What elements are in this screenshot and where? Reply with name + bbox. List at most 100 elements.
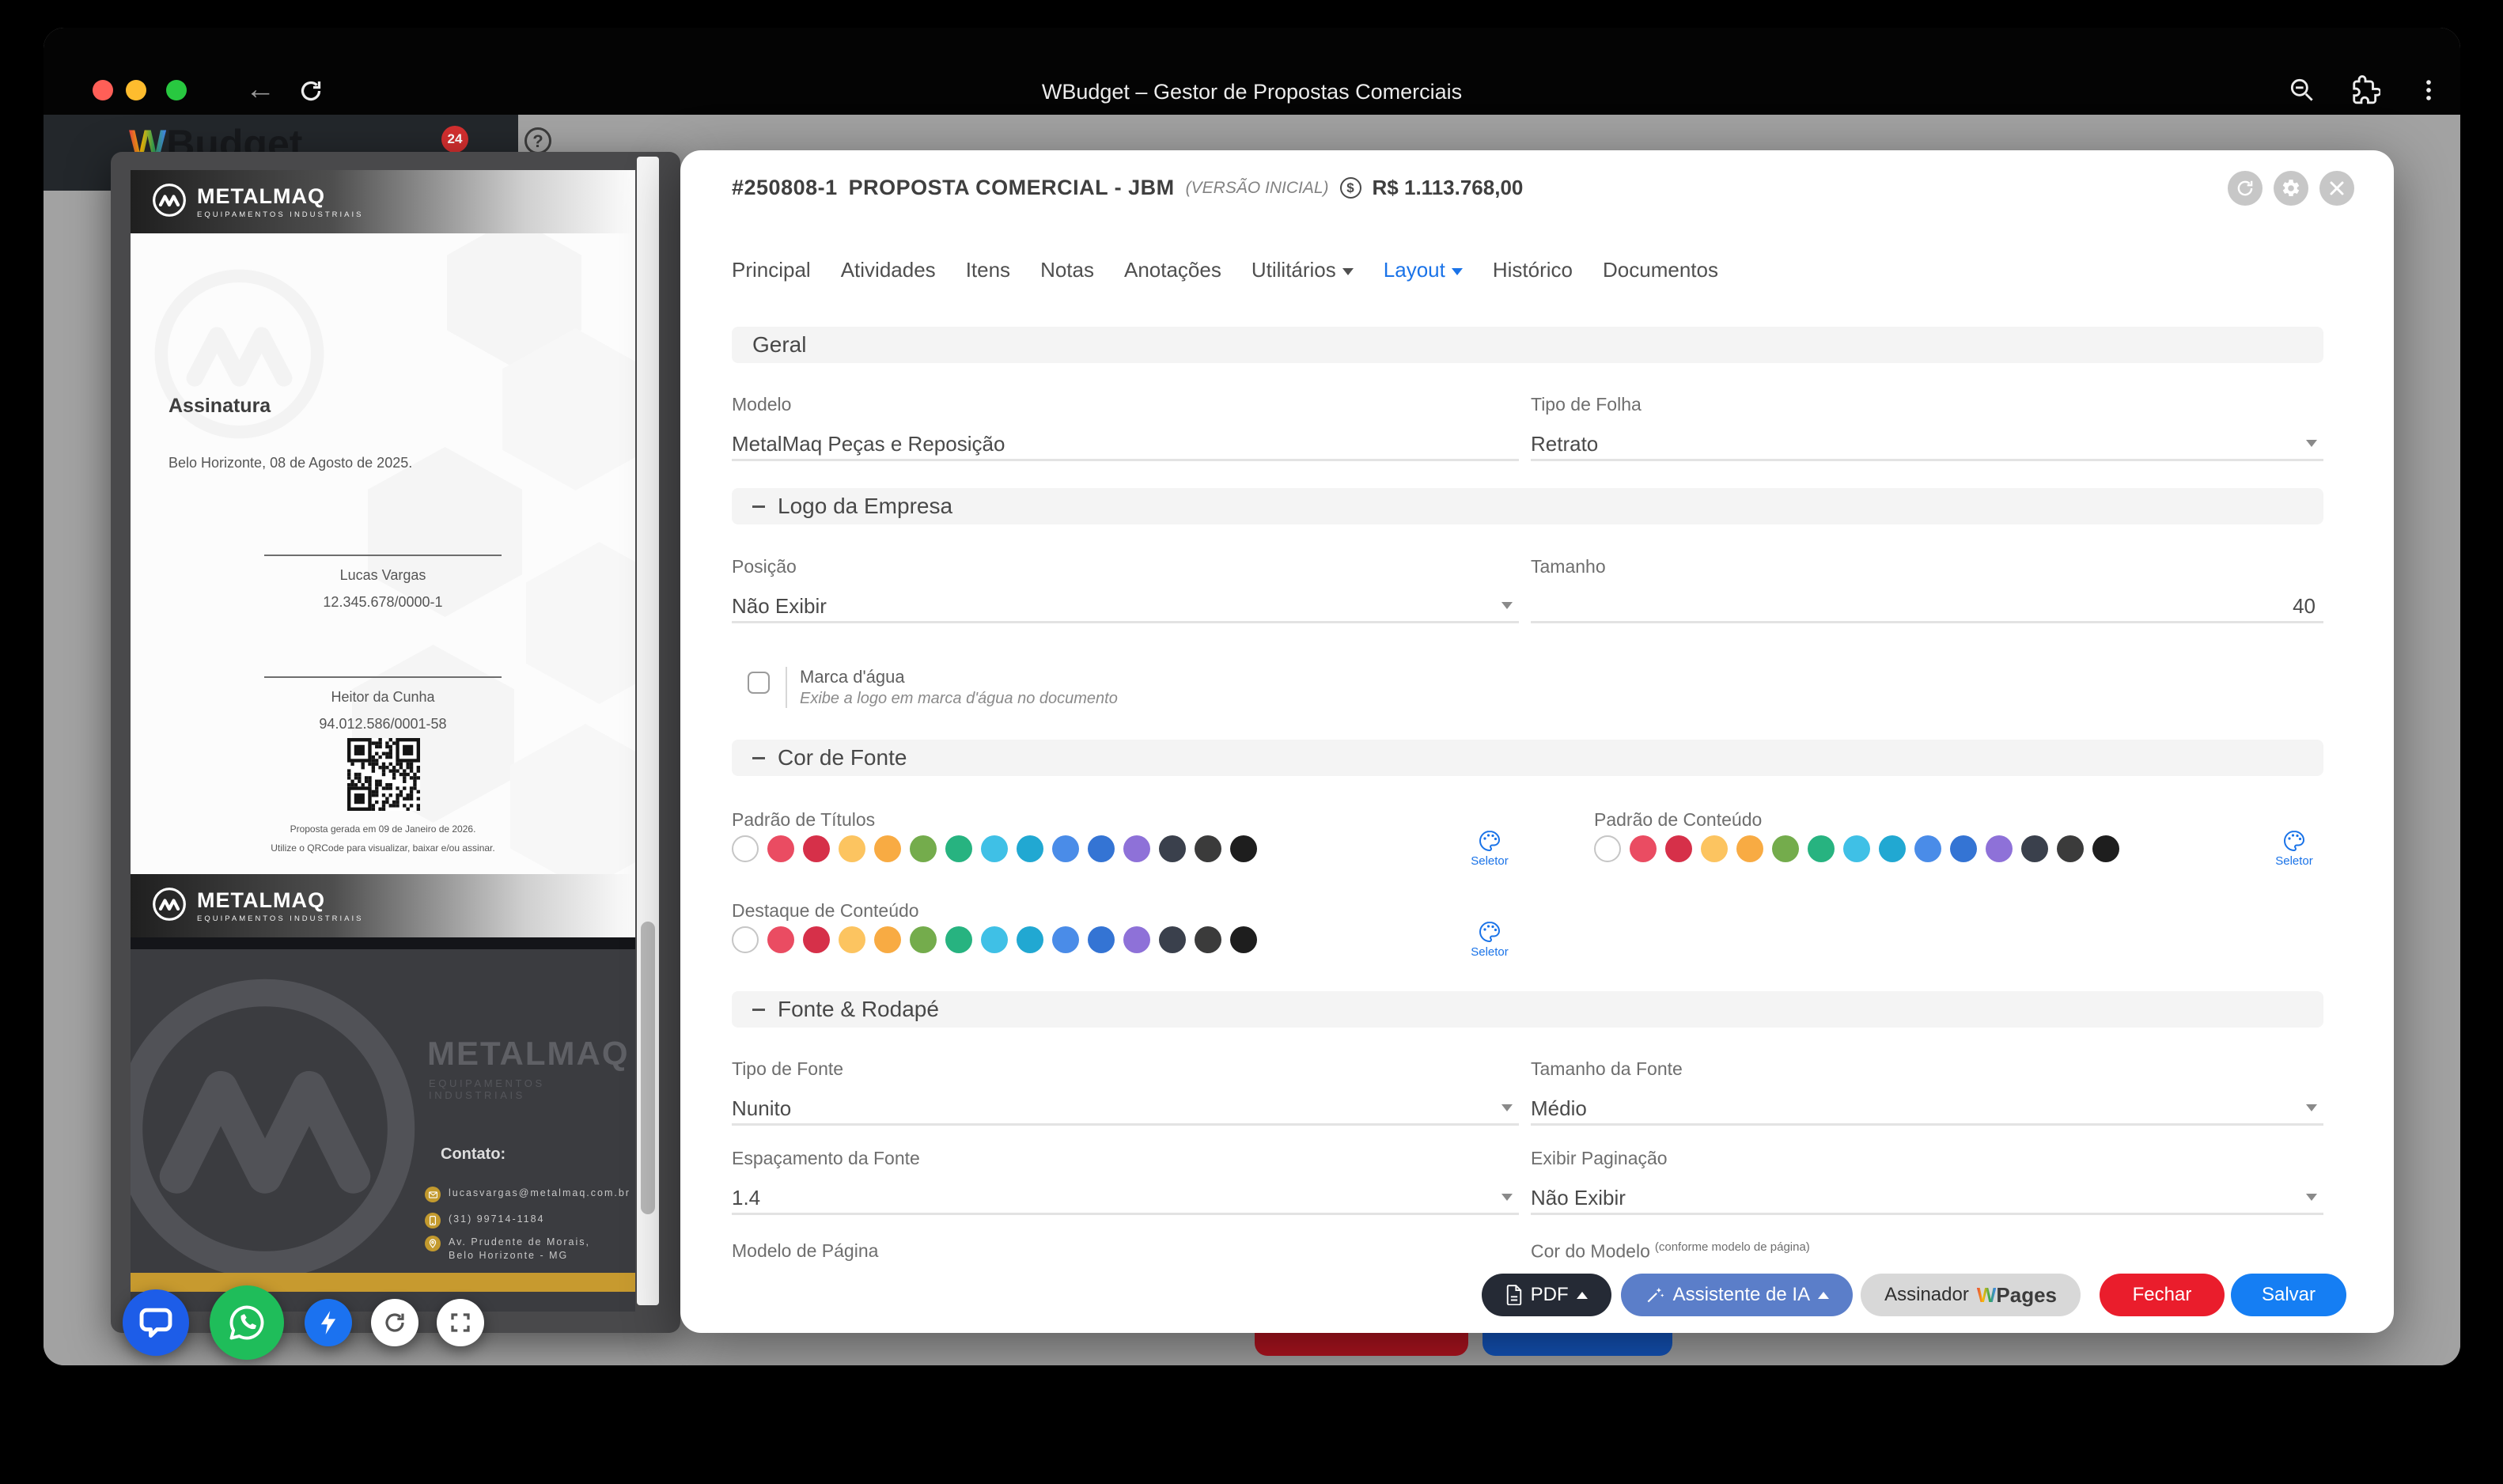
color-swatch[interactable] bbox=[1808, 835, 1835, 862]
color-swatch[interactable] bbox=[1843, 835, 1870, 862]
refresh-proposal-button[interactable] bbox=[2228, 171, 2263, 206]
color-swatch[interactable] bbox=[1088, 926, 1115, 953]
color-swatch[interactable] bbox=[981, 835, 1008, 862]
pdf-viewer[interactable]: METALMAQ EQUIPAMENTOS INDUSTRIAIS Assina… bbox=[131, 170, 635, 1312]
color-swatch[interactable] bbox=[1017, 835, 1043, 862]
refresh-preview-fab[interactable] bbox=[371, 1299, 418, 1346]
color-swatch[interactable] bbox=[1230, 835, 1257, 862]
color-swatch[interactable] bbox=[1986, 835, 2013, 862]
tab-atividades[interactable]: Atividades bbox=[841, 258, 936, 282]
chevron-down-icon[interactable] bbox=[2306, 1104, 2317, 1111]
section-cor-de-fonte[interactable]: Cor de Fonte bbox=[732, 740, 2323, 776]
assinador-wpages-button[interactable]: Assinador WPages bbox=[1861, 1274, 2081, 1316]
paginacao-select[interactable]: Não Exibir bbox=[1531, 1186, 1626, 1210]
chevron-down-icon[interactable] bbox=[2306, 1194, 2317, 1201]
color-swatch[interactable] bbox=[910, 835, 937, 862]
chat-fab[interactable] bbox=[123, 1289, 189, 1356]
marca-dagua-checkbox[interactable] bbox=[748, 672, 770, 694]
seletor-conteudo-button[interactable]: Seletor bbox=[2265, 829, 2323, 868]
color-swatch[interactable] bbox=[1230, 926, 1257, 953]
section-geral[interactable]: Geral bbox=[732, 327, 2323, 363]
preview-scrollbar-thumb[interactable] bbox=[641, 922, 655, 1214]
chevron-down-icon[interactable] bbox=[1501, 602, 1513, 609]
modelo-input[interactable]: MetalMaq Peças e Reposição bbox=[732, 432, 1005, 456]
tab-layout[interactable]: Layout bbox=[1384, 258, 1463, 282]
tab-itens[interactable]: Itens bbox=[966, 258, 1010, 282]
color-swatch[interactable] bbox=[981, 926, 1008, 953]
posicao-select[interactable]: Não Exibir bbox=[732, 594, 827, 619]
color-swatch[interactable] bbox=[767, 835, 794, 862]
padrao-titulos-label: Padrão de Títulos bbox=[732, 809, 875, 831]
color-swatch[interactable] bbox=[1195, 835, 1221, 862]
color-swatch[interactable] bbox=[945, 926, 972, 953]
chevron-down-icon[interactable] bbox=[1501, 1194, 1513, 1201]
section-logo-empresa[interactable]: Logo da Empresa bbox=[732, 488, 2323, 524]
color-swatch[interactable] bbox=[1017, 926, 1043, 953]
ai-assistant-button[interactable]: Assistente de IA bbox=[1621, 1274, 1853, 1316]
zoom-out-icon[interactable] bbox=[2270, 75, 2334, 105]
signature-heading: Assinatura bbox=[169, 395, 271, 418]
color-swatch[interactable] bbox=[1195, 926, 1221, 953]
seletor-titulos-button[interactable]: Seletor bbox=[1460, 829, 1519, 868]
color-swatch[interactable] bbox=[874, 926, 901, 953]
color-swatch[interactable] bbox=[1159, 926, 1186, 953]
color-swatch[interactable] bbox=[767, 926, 794, 953]
tab-anotacoes[interactable]: Anotações bbox=[1124, 258, 1221, 282]
color-swatch[interactable] bbox=[1665, 835, 1692, 862]
color-swatch[interactable] bbox=[1772, 835, 1799, 862]
espacamento-select[interactable]: 1.4 bbox=[732, 1186, 760, 1210]
tamanho-fonte-select[interactable]: Médio bbox=[1531, 1096, 1587, 1121]
color-swatch[interactable] bbox=[803, 835, 830, 862]
whatsapp-fab[interactable] bbox=[210, 1285, 284, 1360]
color-swatch[interactable] bbox=[1736, 835, 1763, 862]
quick-actions-fab[interactable] bbox=[305, 1299, 352, 1346]
color-swatch[interactable] bbox=[803, 926, 830, 953]
menu-kebab-icon[interactable] bbox=[2397, 77, 2460, 104]
salvar-button[interactable]: Salvar bbox=[2231, 1274, 2346, 1316]
pdf-page-1: METALMAQ EQUIPAMENTOS INDUSTRIAIS Assina… bbox=[131, 170, 635, 937]
color-swatch[interactable] bbox=[1052, 835, 1079, 862]
color-swatch[interactable] bbox=[1159, 835, 1186, 862]
chevron-down-icon[interactable] bbox=[2306, 440, 2317, 447]
color-swatch[interactable] bbox=[2057, 835, 2084, 862]
color-swatch[interactable] bbox=[839, 926, 865, 953]
color-swatch[interactable] bbox=[732, 835, 759, 862]
tab-documentos[interactable]: Documentos bbox=[1603, 258, 1718, 282]
seletor-destaque-button[interactable]: Seletor bbox=[1460, 920, 1519, 959]
color-swatch[interactable] bbox=[2021, 835, 2048, 862]
tab-principal[interactable]: Principal bbox=[732, 258, 811, 282]
tab-notas[interactable]: Notas bbox=[1040, 258, 1094, 282]
color-swatch[interactable] bbox=[1052, 926, 1079, 953]
extensions-puzzle-icon[interactable] bbox=[2334, 75, 2397, 105]
tamanho-input[interactable]: 40 bbox=[2293, 594, 2316, 619]
fechar-button[interactable]: Fechar bbox=[2100, 1274, 2225, 1316]
signature-line-1 bbox=[264, 555, 502, 556]
fullscreen-fab[interactable] bbox=[437, 1299, 484, 1346]
close-modal-button[interactable] bbox=[2319, 171, 2354, 206]
tab-historico[interactable]: Histórico bbox=[1493, 258, 1573, 282]
settings-button[interactable] bbox=[2274, 171, 2308, 206]
color-swatch[interactable] bbox=[1630, 835, 1657, 862]
preview-scrollbar[interactable] bbox=[637, 157, 659, 1305]
tipo-fonte-select[interactable]: Nunito bbox=[732, 1096, 791, 1121]
color-swatch[interactable] bbox=[874, 835, 901, 862]
color-swatch[interactable] bbox=[1594, 835, 1621, 862]
color-swatch[interactable] bbox=[1123, 835, 1150, 862]
color-swatch[interactable] bbox=[945, 835, 972, 862]
tab-utilitarios[interactable]: Utilitários bbox=[1252, 258, 1354, 282]
color-swatch[interactable] bbox=[1914, 835, 1941, 862]
color-swatch[interactable] bbox=[1088, 835, 1115, 862]
color-swatch[interactable] bbox=[1701, 835, 1728, 862]
color-swatch[interactable] bbox=[910, 926, 937, 953]
color-swatch[interactable] bbox=[1950, 835, 1977, 862]
chevron-down-icon[interactable] bbox=[1501, 1104, 1513, 1111]
color-swatch[interactable] bbox=[839, 835, 865, 862]
color-swatch[interactable] bbox=[732, 926, 759, 953]
section-fonte-rodape[interactable]: Fonte & Rodapé bbox=[732, 991, 2323, 1028]
color-swatch[interactable] bbox=[1879, 835, 1906, 862]
pdf-button[interactable]: PDF bbox=[1482, 1274, 1611, 1316]
color-swatch[interactable] bbox=[2092, 835, 2119, 862]
tipo-folha-select[interactable]: Retrato bbox=[1531, 432, 1598, 456]
color-swatch[interactable] bbox=[1123, 926, 1150, 953]
help-icon[interactable]: ? bbox=[524, 127, 551, 154]
